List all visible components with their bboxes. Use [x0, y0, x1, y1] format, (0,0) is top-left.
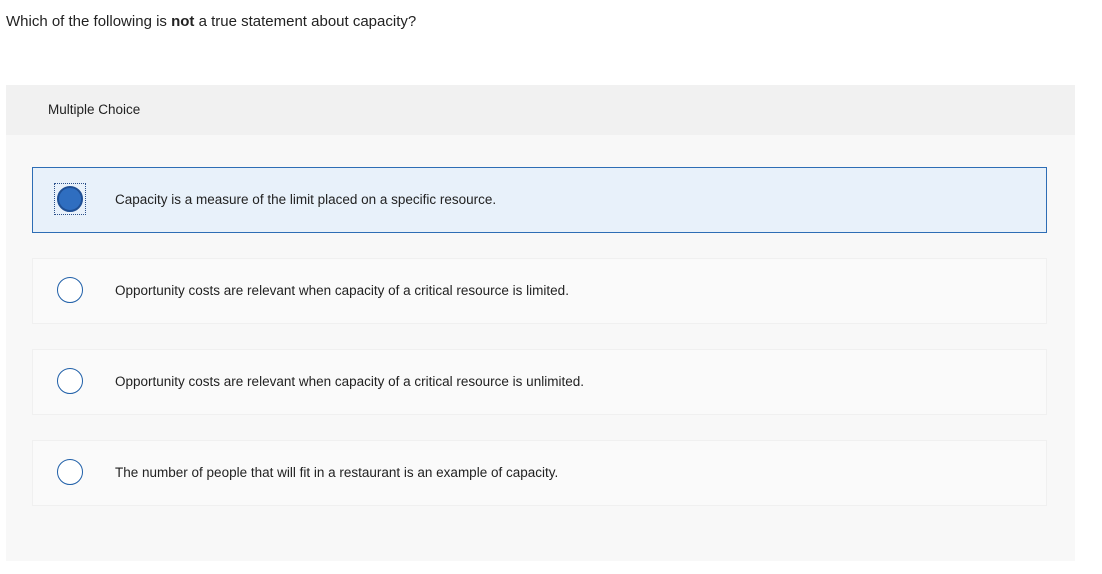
question-prefix: Which of the following is — [6, 13, 172, 30]
question-type-label: Multiple Choice — [48, 102, 141, 117]
question-suffix: a true statement about capacity? — [194, 13, 417, 30]
question-text: Which of the following is not a true sta… — [6, 13, 416, 30]
answer-option-2[interactable]: Opportunity costs are relevant when capa… — [32, 258, 1047, 324]
question-emphasis: not — [171, 13, 195, 30]
radio-button-icon[interactable] — [57, 368, 83, 394]
answer-option-label: The number of people that will fit in a … — [115, 465, 559, 480]
multiple-choice-panel: Multiple Choice Capacity is a measure of… — [6, 85, 1075, 561]
answer-option-label: Opportunity costs are relevant when capa… — [115, 374, 584, 389]
answer-option-4[interactable]: The number of people that will fit in a … — [32, 440, 1047, 506]
radio-button-icon[interactable] — [57, 277, 83, 303]
answer-option-1[interactable]: Capacity is a measure of the limit place… — [32, 167, 1047, 233]
answer-option-label: Capacity is a measure of the limit place… — [115, 192, 497, 207]
radio-button-icon[interactable] — [57, 459, 83, 485]
answer-option-label: Opportunity costs are relevant when capa… — [115, 283, 569, 298]
panel-header: Multiple Choice — [6, 85, 1075, 135]
answer-option-3[interactable]: Opportunity costs are relevant when capa… — [32, 349, 1047, 415]
radio-wrap — [55, 457, 87, 489]
radio-wrap — [55, 275, 87, 307]
focus-ring — [54, 183, 86, 215]
radio-wrap — [55, 366, 87, 398]
radio-button-selected-icon[interactable] — [57, 186, 83, 212]
